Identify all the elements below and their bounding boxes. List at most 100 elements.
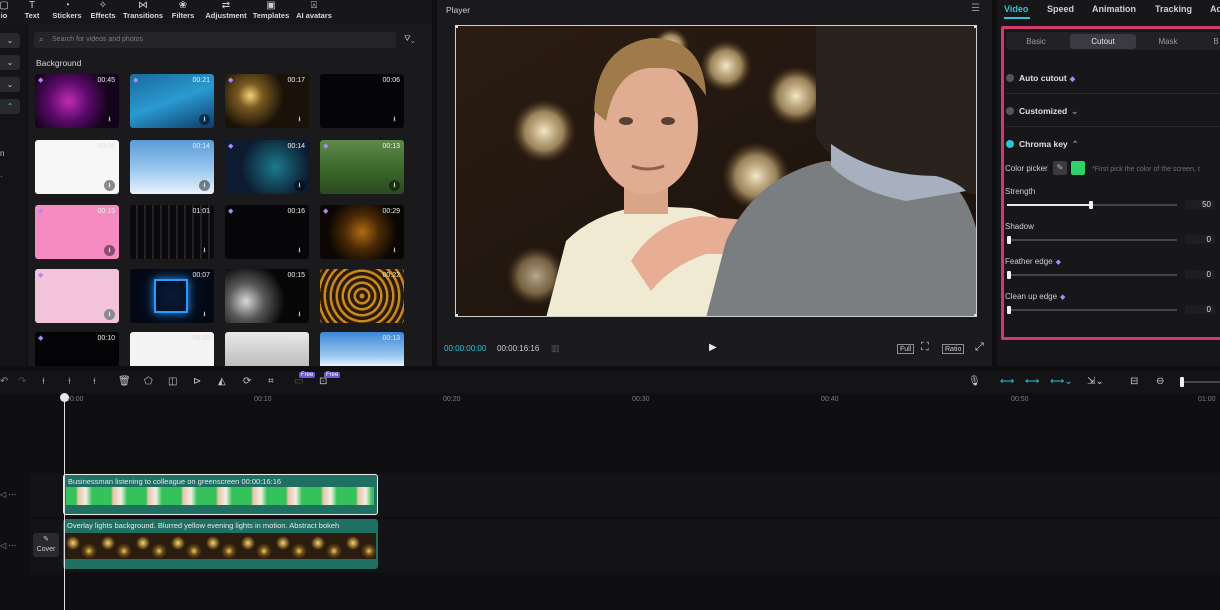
menu-icon[interactable]: ☰ xyxy=(971,3,980,14)
download-icon[interactable]: ⭳ xyxy=(199,114,210,125)
filter-button[interactable]: ⛛⌄ xyxy=(404,34,415,44)
slider-knob[interactable] xyxy=(1007,306,1011,314)
clip-bokeh-overlay[interactable]: Overlay lights background. Blurred yello… xyxy=(63,519,378,569)
zoom-knob[interactable] xyxy=(1180,377,1184,387)
subtab-mask[interactable]: Mask xyxy=(1140,34,1196,49)
thumb-pink[interactable]: ◆ 00:15 ⭳ xyxy=(35,205,119,259)
customized-checkbox[interactable] xyxy=(1006,107,1014,115)
thumb-gold-bokeh[interactable]: ◆ 00:17 ⭳ xyxy=(225,74,309,128)
tool-stickers[interactable]: ◔ Stickers xyxy=(52,0,82,24)
freeze-icon[interactable]: ◫ xyxy=(168,376,177,387)
download-icon[interactable]: ⭳ xyxy=(104,180,115,191)
thumb-light-pink[interactable]: ◆ 00:05 ⭳ xyxy=(35,269,119,323)
tool-effects[interactable]: ✧ Effects xyxy=(90,0,116,24)
clean-up-edge-value-input[interactable]: 0 xyxy=(1185,305,1215,314)
thumb-sky-clouds[interactable]: 00:14 ⭳ xyxy=(130,140,214,194)
strength-value-input[interactable]: 50 xyxy=(1185,200,1215,209)
split-right-icon[interactable]: ⟊ xyxy=(93,376,96,387)
download-icon[interactable]: ⭳ xyxy=(104,309,115,320)
delete-icon[interactable]: 🗑 xyxy=(118,376,131,387)
eyedropper-icon[interactable]: ✎ xyxy=(1053,161,1067,175)
download-icon[interactable]: ⭳ xyxy=(389,114,400,125)
tab-video[interactable]: Video xyxy=(1004,4,1028,14)
zoom-slider[interactable] xyxy=(1180,377,1220,387)
thumb-neon-square[interactable]: 00:07 ⭳ xyxy=(130,269,214,323)
download-icon[interactable]: ⭳ xyxy=(294,245,305,256)
tool-ai-avatars[interactable]: ⍓ AI avatars xyxy=(294,0,334,24)
thumb-purple-heart[interactable]: ◆ 00:45 ⭳ xyxy=(35,74,119,128)
ratio-button[interactable]: Ratio xyxy=(942,344,965,354)
audio-toggle-icon[interactable]: ◁ ⋯ xyxy=(0,541,16,550)
tool-media[interactable]: ▢ io xyxy=(0,0,10,24)
tool-adjustment[interactable]: ⇄ Adjustment xyxy=(203,0,249,24)
category-dropdown-3[interactable]: ⌄ xyxy=(0,77,20,92)
microphone-icon[interactable]: 🎙 xyxy=(968,376,981,387)
fit-frame-icon[interactable]: ⛶ xyxy=(921,341,929,354)
tool-templates[interactable]: ▣ Templates xyxy=(251,0,291,24)
auto-snap-icon[interactable]: ⟷ xyxy=(1025,376,1039,387)
split-left-icon[interactable]: ⟊ xyxy=(68,376,71,387)
tab-animation[interactable]: Animation xyxy=(1092,4,1136,14)
thumb-fire-particles[interactable]: ◆ 00:29 ⭳ xyxy=(320,205,404,259)
shadow-slider[interactable] xyxy=(1007,236,1177,244)
category-dropdown-4[interactable]: ⌃ xyxy=(0,99,20,114)
reverse-icon[interactable]: ⊳ xyxy=(193,376,201,387)
download-icon[interactable]: ⭳ xyxy=(294,309,305,320)
download-icon[interactable]: ⭳ xyxy=(294,180,305,191)
thumb-gold-rings[interactable]: 00:22 xyxy=(320,269,404,323)
timecode-grid-icon[interactable]: ▥ xyxy=(551,343,560,354)
download-icon[interactable]: ⭳ xyxy=(294,114,305,125)
redo-icon[interactable]: ↷ xyxy=(18,376,26,387)
thumb-blue-sky[interactable]: 00:13 xyxy=(320,332,404,366)
thumb-white-2[interactable]: 00:20 xyxy=(130,332,214,366)
subtab-basic[interactable]: Basic xyxy=(1008,34,1064,49)
crop-handle[interactable] xyxy=(974,26,976,28)
download-icon[interactable]: ⭳ xyxy=(199,309,210,320)
download-icon[interactable]: ⭳ xyxy=(104,114,115,125)
feather-edge-slider[interactable] xyxy=(1007,271,1177,279)
timeline-ruler[interactable]: 00:00 00:10 00:20 00:30 00:40 00:50 01:0… xyxy=(0,393,1220,407)
download-icon[interactable]: ⭳ xyxy=(389,180,400,191)
expand-icon[interactable]: ⤢ xyxy=(975,341,984,354)
undo-icon[interactable]: ↶ xyxy=(0,376,8,387)
category-label[interactable]: n xyxy=(0,149,4,158)
audio-toggle-icon[interactable]: ◁ ⋯ xyxy=(0,490,16,499)
customized-option[interactable]: Customized ⌄ xyxy=(1006,106,1078,117)
crop-icon[interactable]: ⌗ xyxy=(268,376,274,387)
linkage-icon[interactable]: ⟷⌄ xyxy=(1050,376,1073,387)
download-icon[interactable]: ⭳ xyxy=(389,245,400,256)
download-icon[interactable]: ⭳ xyxy=(199,180,210,191)
strength-slider[interactable] xyxy=(1007,201,1177,209)
download-icon[interactable]: ⭳ xyxy=(199,245,210,256)
marker-icon[interactable]: ⬠ xyxy=(144,376,153,387)
subtab-more[interactable]: B xyxy=(1210,34,1220,49)
auto-cutout-checkbox[interactable] xyxy=(1006,74,1014,82)
download-icon[interactable]: ⭳ xyxy=(104,245,115,256)
tab-adjust[interactable]: Ad xyxy=(1210,4,1220,14)
thumb-white-room[interactable]: 00:30 xyxy=(225,332,309,366)
zoom-out-icon[interactable]: ⊖ xyxy=(1156,376,1164,387)
crop-handle[interactable] xyxy=(456,26,458,28)
tool-filters[interactable]: ❀ Filters xyxy=(170,0,196,24)
slider-knob[interactable] xyxy=(1007,271,1011,279)
tab-speed[interactable]: Speed xyxy=(1047,4,1074,14)
tool-text[interactable]: T Text xyxy=(22,0,42,24)
category-dropdown-1[interactable]: ⌄ xyxy=(0,33,20,48)
search-input[interactable]: ⌕ Search for videos and photos xyxy=(34,32,396,48)
cover-button[interactable]: ✎ Cover xyxy=(33,533,59,557)
thumb-forest[interactable]: ◆ 00:13 ⭳ xyxy=(320,140,404,194)
subtab-cutout[interactable]: Cutout xyxy=(1070,34,1136,49)
split-icon[interactable]: ⟊ xyxy=(42,376,45,387)
rotate-icon[interactable]: ⟳ xyxy=(243,376,251,387)
clean-up-edge-slider[interactable] xyxy=(1007,306,1177,314)
chroma-key-checkbox[interactable] xyxy=(1006,140,1014,148)
preview-axis-icon[interactable]: ⇲⌄ xyxy=(1087,376,1104,387)
chroma-key-option[interactable]: Chroma key ⌃ xyxy=(1006,139,1079,150)
playhead[interactable] xyxy=(64,393,65,610)
thumb-dark[interactable]: ◆ 00:16 ⭳ xyxy=(225,205,309,259)
thumb-blue-gradient[interactable]: ◆ 00:21 ⭳ xyxy=(130,74,214,128)
playhead-handle[interactable] xyxy=(60,393,69,402)
crop-handle[interactable] xyxy=(456,314,458,316)
tool-transitions[interactable]: ⋈ Transitions xyxy=(122,0,164,24)
mirror-icon[interactable]: ◭ xyxy=(218,376,226,387)
